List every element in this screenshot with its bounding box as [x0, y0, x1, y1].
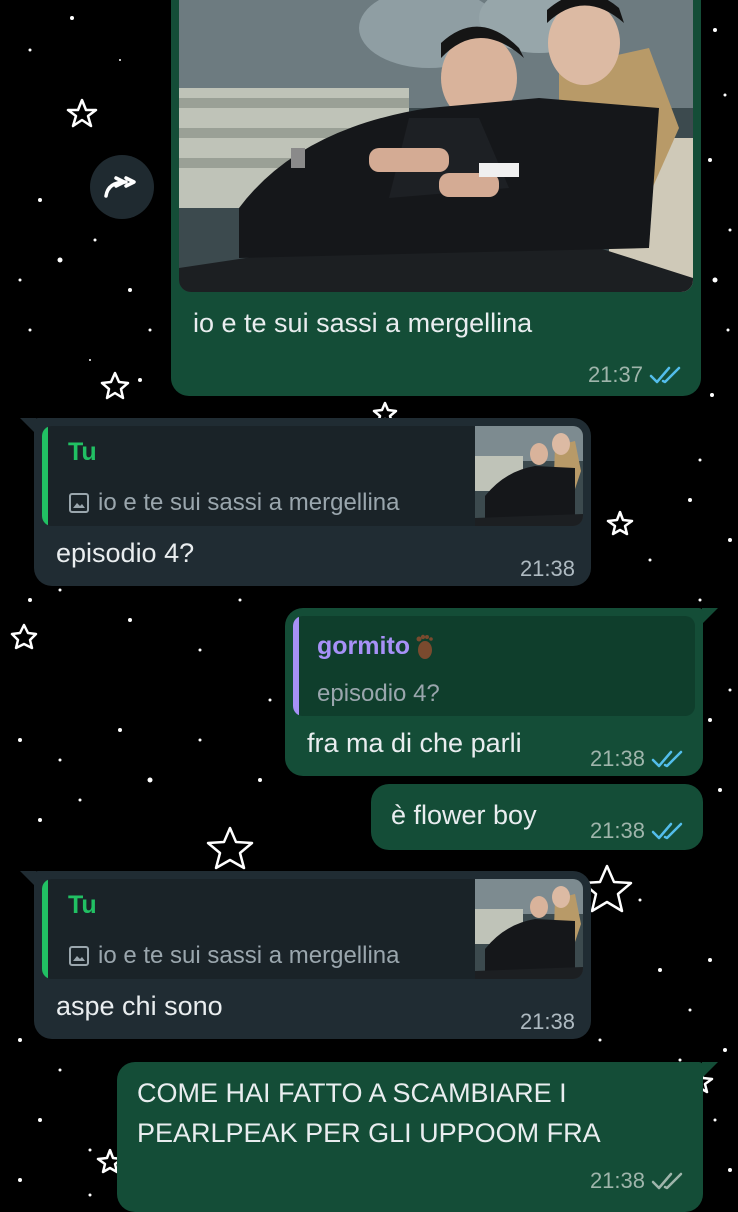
reply-text-row: episodio 4?: [317, 680, 440, 708]
reply-author-row: gormito: [317, 632, 436, 661]
message-time: 21:38: [589, 818, 645, 843]
read-ticks-icon: [651, 822, 683, 840]
message-time: 21:37: [587, 362, 643, 387]
reply-text: episodio 4?: [317, 680, 440, 707]
message-text-line: COME HAI FATTO A SCAMBIARE I: [137, 1078, 567, 1108]
reply-quote[interactable]: Tu io e te sui sassi a mergellina: [42, 426, 583, 526]
message-meta: 21:38: [590, 1168, 685, 1194]
bubble-tail: [702, 608, 718, 624]
reply-text-row: io e te sui sassi a mergellina: [68, 942, 399, 970]
message-text: aspe chi sono: [56, 991, 223, 1021]
reply-quote[interactable]: gormito episodio 4?: [293, 616, 695, 716]
read-ticks-icon: [651, 750, 683, 768]
message-bubble-incoming[interactable]: Tu io e te sui sassi a mergellina episod…: [34, 418, 591, 586]
image-icon: [69, 493, 89, 513]
reply-quote-bar: [42, 879, 48, 979]
message-time: 21:38: [519, 556, 575, 581]
message-text-line: PEARLPEAK PER GLI UPPOOM FRA: [137, 1118, 601, 1148]
message-text: episodio 4?: [56, 538, 195, 568]
message-meta: 21:38: [520, 1009, 575, 1035]
message-bubble-outgoing[interactable]: COME HAI FATTO A SCAMBIARE I PEARLPEAK P…: [117, 1062, 703, 1212]
message-meta: 21:38: [590, 746, 685, 772]
message-photo[interactable]: [179, 0, 693, 292]
message-bubble-outgoing[interactable]: è flower boy 21:38: [371, 784, 703, 850]
message-time: 21:38: [589, 1168, 645, 1193]
read-ticks-icon: [649, 366, 681, 384]
reply-thumbnail: [475, 879, 583, 979]
reply-quote[interactable]: Tu io e te sui sassi a mergellina: [42, 879, 583, 979]
foot-emoji-icon: [416, 634, 433, 659]
message-time: 21:38: [519, 1009, 575, 1034]
reply-text-row: io e te sui sassi a mergellina: [68, 489, 399, 517]
reply-author: Tu: [68, 438, 97, 466]
forward-arrow-icon: [104, 176, 136, 198]
message-meta: 21:38: [590, 818, 685, 844]
message-text: fra ma di che parli: [307, 728, 522, 758]
reply-author: Tu: [68, 891, 97, 919]
reply-text: io e te sui sassi a mergellina: [98, 489, 400, 516]
reply-quote-bar: [293, 616, 299, 716]
reply-text: io e te sui sassi a mergellina: [98, 942, 400, 969]
message-text: è flower boy: [391, 800, 537, 830]
message-text: io e te sui sassi a mergellina: [193, 308, 533, 338]
reply-quote-bar: [42, 426, 48, 526]
reply-author: gormito: [317, 632, 411, 660]
message-meta: 21:38: [520, 556, 575, 582]
message-meta: 21:37: [588, 362, 683, 388]
forward-button[interactable]: [90, 155, 154, 219]
message-bubble-incoming[interactable]: Tu io e te sui sassi a mergellina aspe c…: [34, 871, 591, 1039]
delivered-ticks-icon: [651, 1172, 683, 1190]
image-icon: [69, 946, 89, 966]
reply-thumbnail: [475, 426, 583, 526]
message-bubble-outgoing[interactable]: gormito episodio 4? fra ma di che parli …: [285, 608, 703, 776]
message-time: 21:38: [589, 746, 645, 771]
bubble-tail: [702, 1062, 718, 1078]
message-bubble-outgoing[interactable]: io e te sui sassi a mergellina 21:37: [171, 0, 701, 396]
